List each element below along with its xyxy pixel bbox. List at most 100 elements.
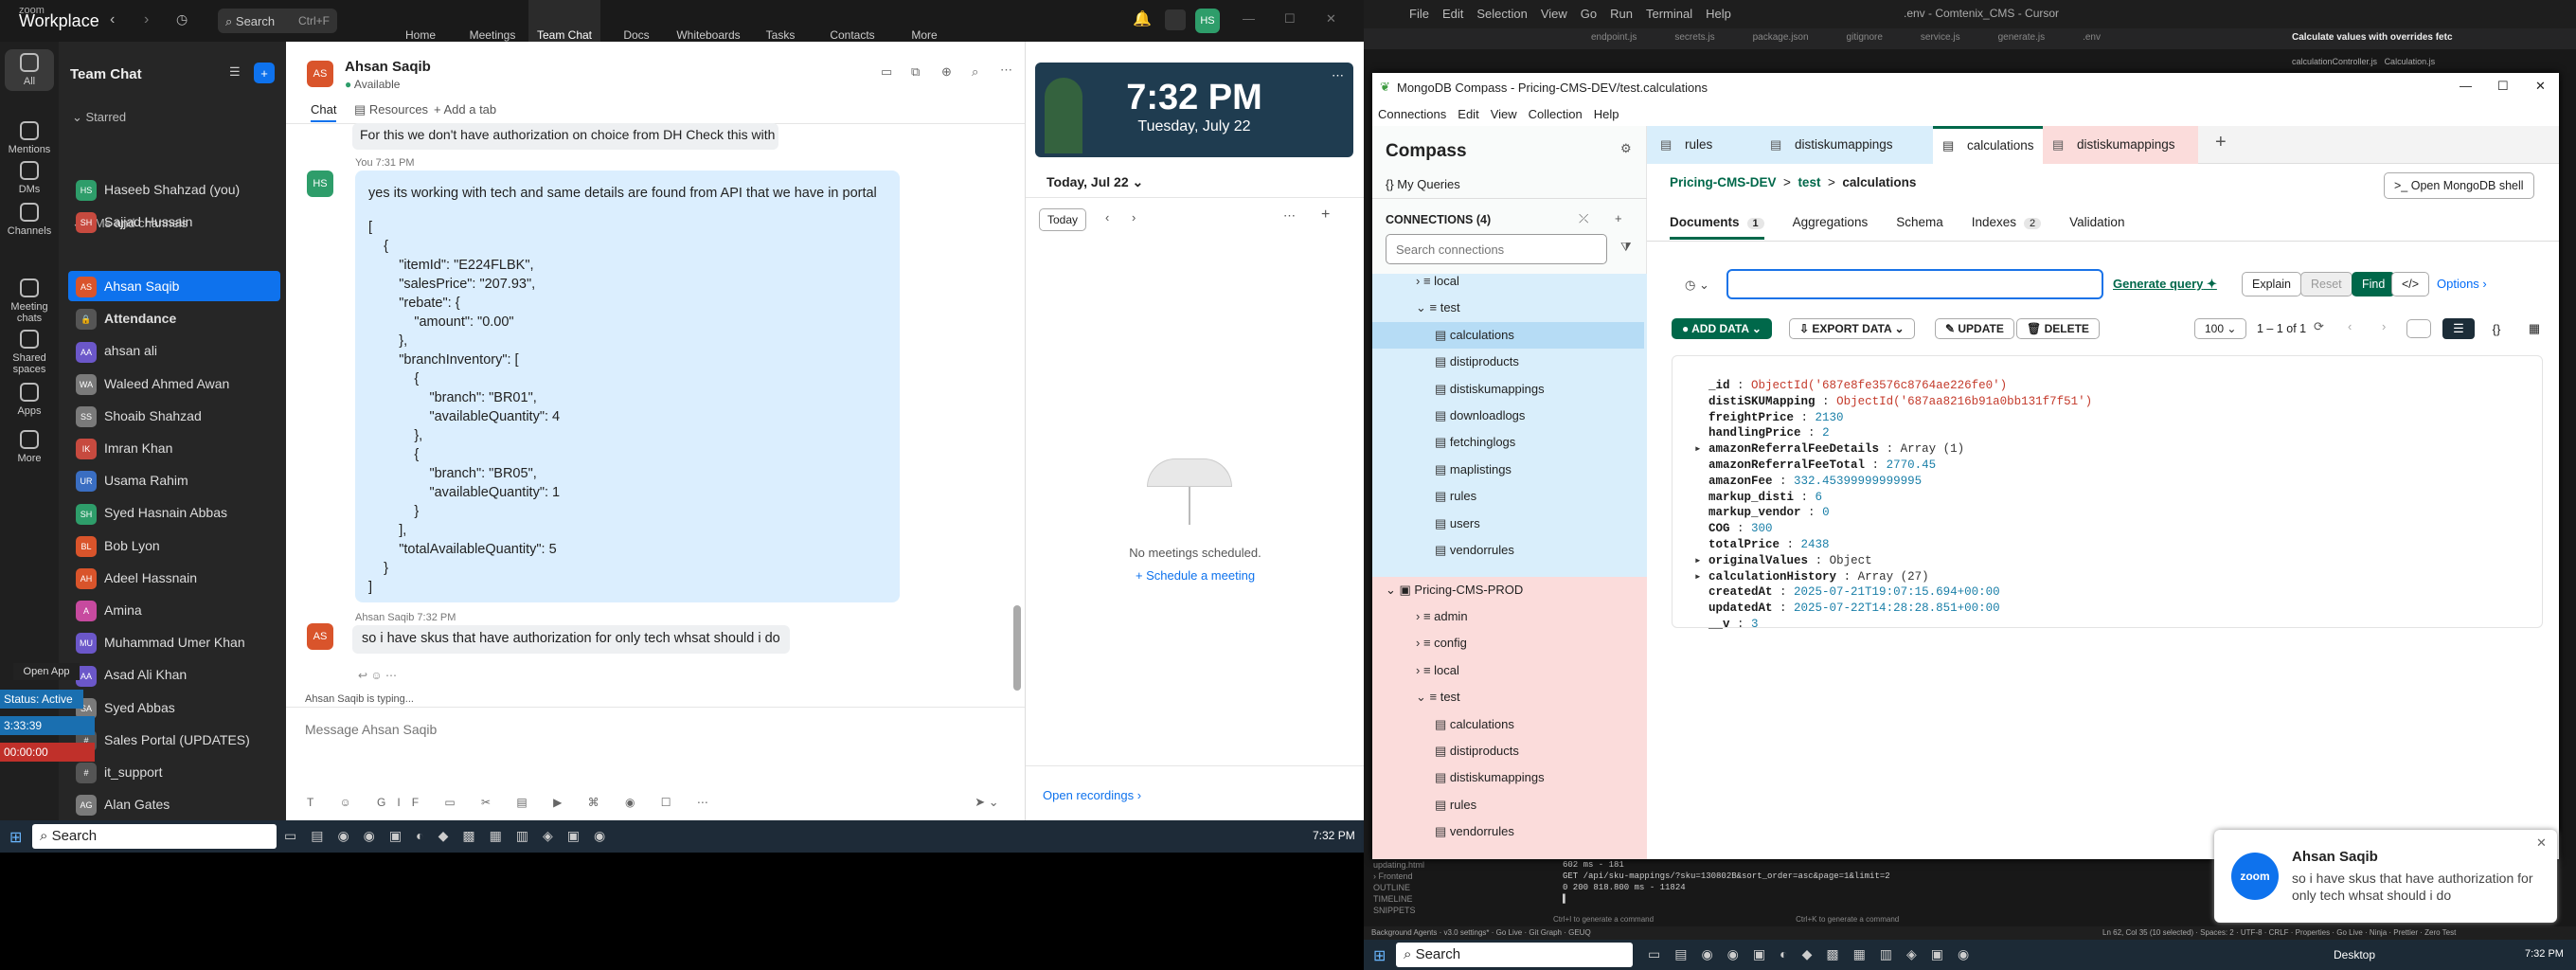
tree-item-distiskumappings[interactable]: ▤ distiskumappings: [1372, 764, 1644, 791]
sidebar-item-bob-lyon[interactable]: BL Bob Lyon: [68, 530, 280, 561]
generate-query-link[interactable]: Generate query ✦: [2113, 277, 2217, 292]
schedule-link[interactable]: + Schedule a meeting: [1026, 568, 1364, 583]
share-icon[interactable]: ⧉: [911, 64, 920, 80]
sidebar-item-adeel-hassnain[interactable]: AH Adeel Hassnain: [68, 563, 280, 593]
chat-title[interactable]: Ahsan Saqib: [345, 59, 431, 75]
tree-item-distiproducts[interactable]: ▤ distiproducts: [1372, 738, 1644, 764]
history-icon[interactable]: ◷: [176, 11, 188, 27]
close-icon[interactable]: ✕: [1326, 11, 1336, 27]
tree-item-maplistings[interactable]: ▤ maplistings: [1372, 457, 1644, 483]
tree-item-rules[interactable]: ▤ rules: [1372, 792, 1644, 818]
tab-meetings[interactable]: Meetings: [456, 0, 528, 42]
search-input[interactable]: ⌕ Search Ctrl+F: [218, 9, 337, 33]
notification-toast[interactable]: zoom Ahsan Saqib so i have skus that hav…: [2214, 830, 2557, 923]
field-row[interactable]: ▸ amazonReferralFeeDetails : Array (1): [1694, 441, 2092, 458]
reaction-icons[interactable]: ↩ ☺ ⋯: [358, 669, 397, 682]
filter-icon[interactable]: ⧩: [1620, 240, 1632, 255]
expand-icon[interactable]: ▸: [1694, 570, 1708, 584]
menu-view[interactable]: View: [1491, 107, 1517, 121]
tab-distiskumappings[interactable]: ▤ distiskumappings: [1757, 126, 1933, 164]
maximize-icon[interactable]: ☐: [2497, 79, 2509, 94]
sidebar-item-imran-khan[interactable]: IK Imran Khan: [68, 433, 280, 463]
sidebar-item-muhammad-umer-khan[interactable]: MU Muhammad Umer Khan: [68, 627, 280, 657]
section-starred[interactable]: ⌄ Starred: [72, 110, 126, 125]
pagination-icons[interactable]: ‹ ›: [2348, 319, 2399, 333]
minimize-icon[interactable]: —: [1243, 11, 1255, 26]
minimize-icon[interactable]: —: [2460, 79, 2472, 93]
menu-edit[interactable]: Edit: [1458, 107, 1478, 121]
send-icon[interactable]: ➤ ⌄: [968, 792, 1006, 813]
tree-item-admin[interactable]: › ≡ admin: [1372, 603, 1644, 630]
compose-icon[interactable]: +: [254, 63, 275, 83]
editor-tab[interactable]: endpoint.js: [1591, 32, 1637, 43]
desktop-label[interactable]: Desktop: [2334, 948, 2375, 961]
menu-terminal[interactable]: Terminal: [1646, 7, 1692, 21]
agent-chat-title[interactable]: Calculate values with overrides fetc: [2292, 32, 2453, 43]
bell-icon[interactable]: 🔔: [1133, 9, 1152, 28]
sidebar-item-amina[interactable]: A Amina: [68, 595, 280, 625]
reset-button[interactable]: Reset: [2300, 272, 2352, 296]
menu-view[interactable]: View: [1541, 7, 1567, 21]
taskbar-search[interactable]: ⌕ Search: [32, 824, 277, 849]
sidebar-item-ahsan-saqib[interactable]: AS Ahsan Saqib: [68, 271, 280, 301]
subtab-aggregations[interactable]: Aggregations: [1793, 215, 1869, 237]
rail-more[interactable]: More: [0, 426, 59, 468]
tree-item-local[interactable]: › ≡ local: [1372, 268, 1644, 295]
tab-contacts[interactable]: Contacts: [816, 0, 888, 42]
editor-tab[interactable]: package.json: [1753, 32, 1809, 43]
add-tab-button[interactable]: + Add a tab: [434, 102, 496, 117]
back-icon[interactable]: ‹: [110, 11, 115, 28]
tab-resources[interactable]: ▤ Resources: [354, 102, 428, 117]
taskbar-apps[interactable]: ▭▤◉◉▣◐◆▩▦▥◈▣◉: [284, 828, 619, 844]
compose-toolbar[interactable]: T ☺ GIF ▭ ✂ ▤ ▶ ⌘ ◉ ☐ ⋯: [307, 796, 720, 809]
video-icon[interactable]: ▭: [881, 64, 892, 80]
sidebar-item-syed-abbas[interactable]: SA Syed Abbas: [68, 692, 280, 723]
more-icon[interactable]: ⋯: [1000, 63, 1012, 78]
tree-item-rules[interactable]: ▤ rules: [1372, 483, 1644, 510]
tree-item-local[interactable]: › ≡ local: [1372, 657, 1644, 684]
next-icon[interactable]: ›: [1132, 210, 1136, 225]
sidebar-item-attendance[interactable]: 🔒 Attendance: [68, 303, 280, 333]
message-input[interactable]: [305, 716, 1006, 743]
subtab-documents[interactable]: Documents 1: [1670, 215, 1764, 240]
recordings-link[interactable]: Open recordings ›: [1043, 788, 1141, 802]
find-button[interactable]: Find: [2352, 272, 2396, 296]
refresh-icon[interactable]: ⟳: [2314, 319, 2324, 334]
search-icon[interactable]: ⌕: [972, 64, 978, 80]
open-app-button[interactable]: Open App: [13, 663, 80, 680]
sidebar-item-asad-ali-khan[interactable]: AA Asad Ali Khan: [68, 659, 280, 690]
apps-icon[interactable]: [1165, 9, 1186, 30]
collapse-icon[interactable]: [2406, 319, 2431, 338]
tab-rules[interactable]: ▤ rules: [1647, 126, 1757, 164]
menu-file[interactable]: File: [1409, 7, 1429, 21]
editor-tab[interactable]: .env: [2083, 32, 2101, 43]
sidebar-item-usama-rahim[interactable]: UR Usama Rahim: [68, 465, 280, 495]
filter-icon[interactable]: ☰: [229, 64, 241, 80]
view-toggle[interactable]: ☰ {} ▦: [2442, 318, 2556, 339]
tree-item-downloadlogs[interactable]: ▤ downloadlogs: [1372, 403, 1644, 429]
today-button[interactable]: Today: [1039, 208, 1087, 231]
add-data-button[interactable]: ● ADD DATA ⌄: [1672, 318, 1772, 339]
tree-item-calculations[interactable]: ▤ calculations: [1372, 711, 1644, 738]
close-icon[interactable]: ✕: [2536, 835, 2547, 851]
rail-channels[interactable]: Channels: [0, 199, 59, 241]
taskbar-search[interactable]: ⌕ Search: [1396, 943, 1633, 967]
tab-chat[interactable]: Chat: [311, 102, 337, 122]
field-row[interactable]: ▸ calculationHistory : Array (27): [1694, 569, 2092, 585]
sidebar-item-haseeb-shahzad-you[interactable]: HS Haseeb Shahzad (you): [68, 174, 280, 205]
expand-icon[interactable]: ▸: [1694, 442, 1708, 456]
tab-home[interactable]: Home: [385, 0, 456, 42]
tab-docs[interactable]: Docs: [600, 0, 672, 42]
tab-whiteboards[interactable]: Whiteboards: [672, 0, 744, 42]
menu-connections[interactable]: Connections: [1378, 107, 1446, 121]
expand-icon[interactable]: ▸: [1694, 554, 1708, 567]
sidebar-item-ahsan-ali[interactable]: AA ahsan ali: [68, 335, 280, 366]
tree-item-test[interactable]: ⌄ ≡ test: [1372, 684, 1644, 710]
tree-item-vendorrules[interactable]: ▤ vendorrules: [1372, 537, 1644, 564]
sidebar-item-waleed-ahmed-awan[interactable]: WA Waleed Ahmed Awan: [68, 368, 280, 399]
tree-item-fetchinglogs[interactable]: ▤ fetchinglogs: [1372, 429, 1644, 456]
open-shell-button[interactable]: >_ Open MongoDB shell: [2384, 172, 2534, 199]
editor-tab[interactable]: secrets.js: [1674, 32, 1714, 43]
sidebar-item-sajjad-hussain[interactable]: SH Sajjad Hussain: [68, 207, 280, 237]
rail-apps[interactable]: Apps: [0, 379, 59, 421]
